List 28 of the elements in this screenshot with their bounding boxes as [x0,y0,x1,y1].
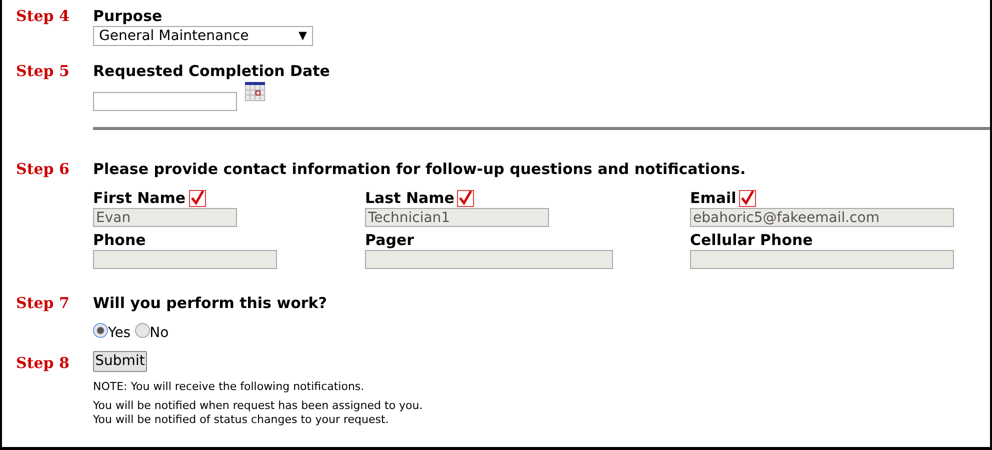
radio-label: Yes [108,325,131,341]
radio-button[interactable] [93,323,108,338]
caret-icon: ▼ [298,28,307,44]
step-label: Step 7 [16,294,70,312]
step-label: Step 6 [16,160,70,178]
field-label: Pager [365,230,414,250]
radio-label: No [150,325,169,341]
step-label: Step 5 [16,62,70,80]
submit-button[interactable]: Submit [93,351,147,372]
question-text: Will you perform this work? [93,293,327,313]
field-label: Last Name [365,188,454,208]
note-text: You will be notified when request has been assigned to you. [93,399,423,413]
field-label: Purpose [93,6,162,26]
field-label: Cellular Phone [690,230,813,250]
field-label: Requested Completion Date [93,61,330,81]
field-label: Email [690,188,736,208]
question-text: Please provide contact information for follow-up questions and notifications. [93,159,746,179]
field-label: First Name [93,188,186,208]
step-label: Step 8 [16,354,70,372]
date-input[interactable] [93,92,237,111]
note-text: You will be notified of status changes to your request. [93,413,389,427]
calendar-icon[interactable] [245,82,265,101]
purpose-dropdown[interactable]: General Maintenance ▼ [93,26,313,46]
step-label: Step 4 [16,7,70,25]
dropdown-value: General Maintenance [99,26,249,46]
note-text: NOTE: You will receive the following notifications. [93,380,364,394]
field-label: Phone [93,230,146,250]
radio-button[interactable] [134,323,150,338]
